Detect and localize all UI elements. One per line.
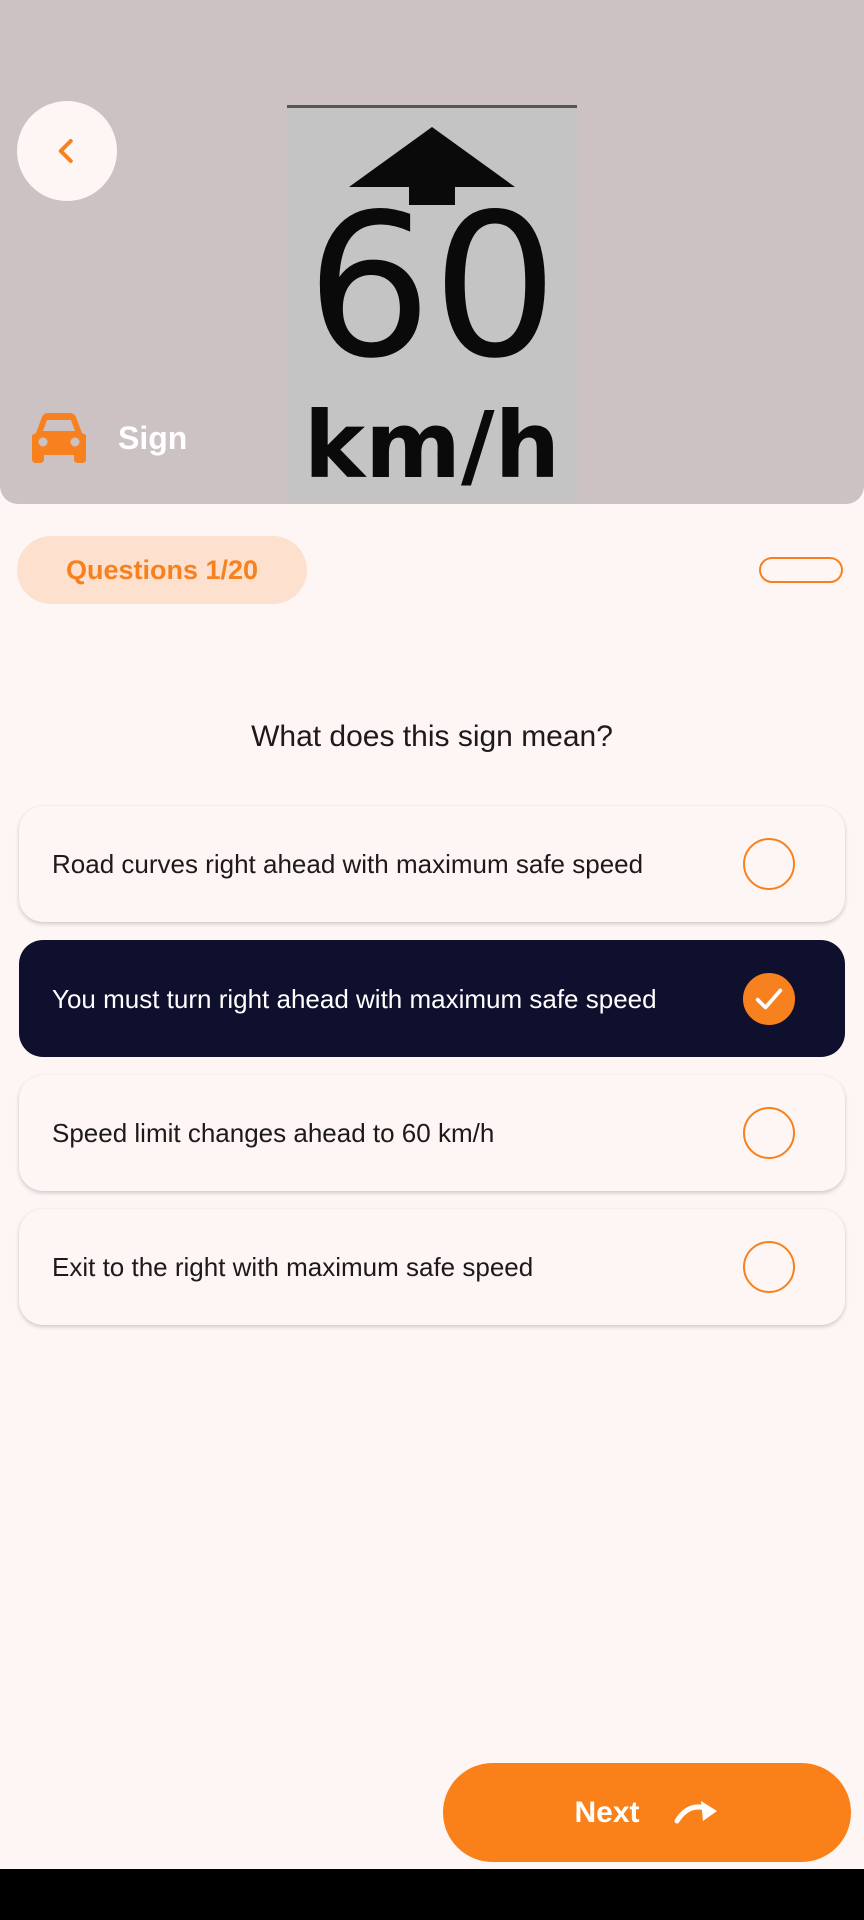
sign-number-text: 60	[306, 171, 558, 402]
answer-option-label: You must turn right ahead with maximum s…	[52, 983, 657, 1014]
question-text: What does this sign mean?	[251, 720, 613, 753]
answer-option-label: Speed limit changes ahead to 60 km/h	[52, 1118, 495, 1148]
radio-unchecked-icon	[743, 838, 795, 890]
chevron-left-icon	[58, 139, 73, 163]
category-chip: Sign	[30, 408, 187, 468]
progress-indicator	[759, 557, 843, 583]
category-label: Sign	[118, 419, 188, 456]
sign-unit-text: km/h	[304, 392, 560, 499]
radio-unchecked-icon	[743, 1241, 795, 1293]
question-counter-badge: Questions 1/20	[17, 536, 307, 604]
next-button-label: Next	[574, 1795, 640, 1829]
answer-option-label: Road curves right ahead with maximum saf…	[52, 849, 644, 879]
back-button[interactable]	[17, 101, 117, 201]
answer-option-2[interactable]: You must turn right ahead with maximum s…	[19, 940, 845, 1057]
system-navigation-bar	[0, 1869, 864, 1920]
sign-graphic: 60 km/h	[304, 127, 560, 499]
answer-option-label: Exit to the right with maximum safe spee…	[52, 1252, 534, 1282]
radio-unchecked-icon	[743, 1107, 795, 1159]
answer-option-1[interactable]: Road curves right ahead with maximum saf…	[19, 806, 845, 922]
next-button[interactable]: Next	[443, 1763, 851, 1862]
redo-arrow-icon	[674, 1800, 717, 1823]
answer-option-3[interactable]: Speed limit changes ahead to 60 km/h	[19, 1075, 845, 1191]
road-sign-image: 60 km/h	[287, 105, 577, 504]
car-icon	[32, 413, 86, 463]
checkmark-icon	[755, 988, 783, 1009]
answer-option-4[interactable]: Exit to the right with maximum safe spee…	[19, 1209, 845, 1325]
quiz-screen: 60 km/h Sign Questions 1/20 What does th…	[0, 0, 864, 1920]
sign-hero: 60 km/h Sign	[0, 0, 864, 504]
radio-checked-icon	[743, 972, 795, 1025]
